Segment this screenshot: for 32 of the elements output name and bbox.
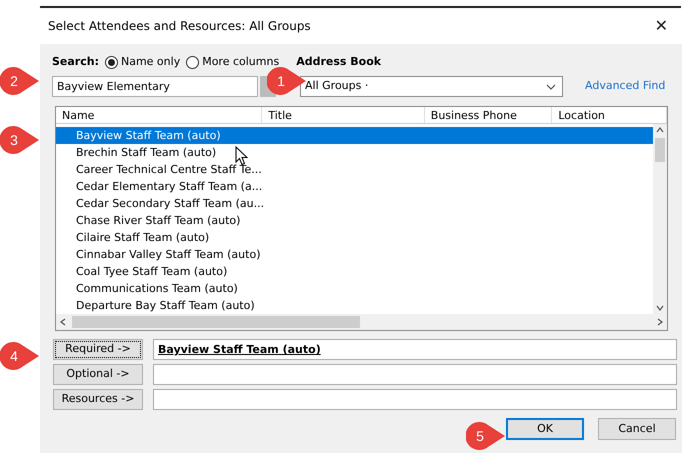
step-callout: 2 (0, 66, 40, 96)
recipient-button[interactable]: Required -> (53, 339, 143, 360)
list-row[interactable]: Cilaire Staff Team (auto) (56, 229, 653, 246)
search-field[interactable]: Bayview Elementary (52, 76, 258, 97)
step-callout: 5 (466, 421, 506, 451)
column-header[interactable]: Location (552, 107, 667, 123)
window-title: Select Attendees and Resources: All Groups (48, 18, 311, 35)
list-row[interactable]: Career Technical Centre Staff Te... (56, 161, 653, 178)
advanced-find-link[interactable]: Advanced Find (585, 78, 666, 95)
column-header[interactable]: Title (262, 107, 425, 123)
cancel-button[interactable]: Cancel (598, 418, 676, 440)
column-header[interactable]: Business Phone (424, 107, 552, 123)
ok-button[interactable]: OK (506, 418, 584, 440)
list-row[interactable]: Coal Tyee Staff Team (auto) (56, 263, 653, 280)
column-header[interactable]: Name (56, 107, 262, 123)
list-row[interactable]: Brechin Staff Team (auto) (56, 144, 653, 161)
recipient-button[interactable]: Optional -> (53, 364, 143, 385)
list-row[interactable]: Chase River Staff Team (auto) (56, 212, 653, 229)
list-row[interactable]: Communications Team (auto) (56, 280, 653, 297)
search-label: Search: (52, 54, 99, 70)
address-book-dropdown[interactable]: All Groups · (300, 76, 563, 97)
list-row[interactable]: Cinnabar Valley Staff Team (auto) (56, 246, 653, 263)
list-row[interactable]: Departure Bay Staff Team (auto) (56, 297, 653, 314)
recipient-field[interactable]: Bayview Staff Team (auto) (153, 339, 677, 360)
radio-label[interactable]: Name only (120, 54, 180, 70)
list-row[interactable]: Bayview Staff Team (auto) (56, 127, 653, 144)
step-callout: 4 (0, 341, 40, 371)
close-button[interactable]: ✕ (650, 18, 672, 34)
recipient-button[interactable]: Resources -> (53, 389, 143, 410)
list-row[interactable]: Cedar Secondary Staff Team (au... (56, 195, 653, 212)
step-callout: 3 (0, 125, 40, 155)
list-row[interactable]: Cedar Elementary Staff Team (a... (56, 178, 653, 195)
